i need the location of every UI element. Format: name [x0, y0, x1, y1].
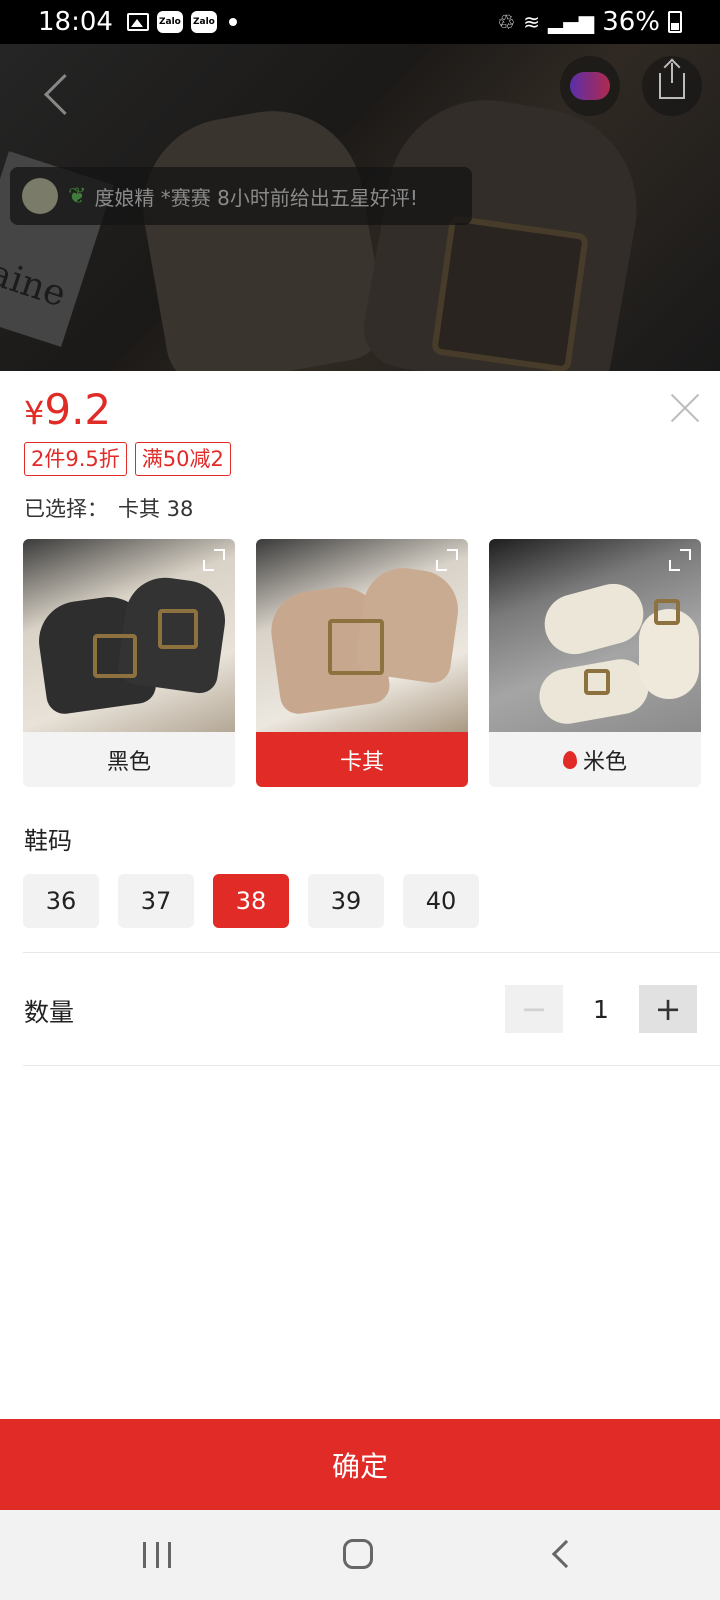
back-button[interactable]	[28, 64, 88, 124]
price-amount: 9.2	[44, 385, 112, 434]
size-option-40[interactable]: 40	[403, 874, 479, 928]
assistant-icon	[570, 72, 610, 100]
size-option-38[interactable]: 38	[213, 874, 289, 928]
product-image-backdrop[interactable]: aine ❦ 度娘精 *赛赛 8小时前给出五星好评!	[0, 44, 720, 371]
assistant-button[interactable]	[560, 56, 620, 116]
size-option-36[interactable]: 36	[23, 874, 99, 928]
color-label: 黑色	[106, 749, 151, 775]
zalo-notification-icon: Zalo	[156, 11, 183, 33]
divider	[23, 952, 720, 953]
share-icon	[659, 63, 685, 99]
wifi-icon: ≋	[523, 10, 541, 34]
system-nav-bar	[0, 1510, 720, 1600]
status-time: 18:04	[38, 7, 113, 37]
selected-summary: 已选择： 卡其 38	[24, 493, 193, 523]
review-text: 度娘精 *赛赛 8小时前给出五星好评!	[94, 185, 418, 210]
status-bar: 18:04 Zalo Zalo ♲ ≋ ▂▄▆ 36%	[0, 0, 720, 44]
color-options: 黑色 卡其 米色	[23, 539, 701, 787]
sku-selection-sheet: ¥9.2 2件9.5折 满50减2 已选择： 卡其 38 黑色 卡其 米色 鞋码…	[0, 371, 720, 1420]
size-section-title: 鞋码	[24, 827, 72, 855]
color-image-khaki	[256, 539, 468, 732]
avatar	[22, 178, 58, 214]
color-option-beige[interactable]: 米色	[489, 539, 701, 787]
quantity-stepper: − 1 +	[505, 985, 697, 1033]
color-label: 卡其	[256, 732, 468, 787]
promo-tag-discount: 2件9.5折	[24, 442, 127, 476]
home-button[interactable]	[343, 1539, 373, 1569]
recents-button[interactable]	[143, 1542, 171, 1568]
expand-icon[interactable]	[201, 547, 227, 573]
battery-icon	[668, 11, 682, 33]
share-button[interactable]	[642, 56, 702, 116]
size-option-39[interactable]: 39	[308, 874, 384, 928]
color-option-khaki[interactable]: 卡其	[256, 539, 468, 787]
price-currency: ¥	[24, 394, 45, 432]
divider	[23, 1065, 720, 1066]
promo-tags: 2件9.5折 满50减2	[24, 442, 231, 476]
increase-quantity-button[interactable]: +	[639, 985, 697, 1033]
quantity-label: 数量	[24, 998, 75, 1027]
gallery-notification-icon	[126, 13, 149, 31]
system-back-button[interactable]	[551, 1539, 581, 1569]
size-options: 36 37 38 39 40	[23, 874, 479, 928]
selected-label: 已选择：	[24, 497, 108, 521]
confirm-button[interactable]: 确定	[0, 1419, 720, 1510]
color-image-beige	[489, 539, 701, 732]
signal-icon: ▂▄▆	[548, 10, 595, 34]
price: ¥9.2	[24, 385, 111, 434]
size-option-37[interactable]: 37	[118, 874, 194, 928]
expand-icon[interactable]	[667, 547, 693, 573]
leaf-icon: ❦	[68, 183, 87, 209]
fire-icon	[562, 750, 577, 769]
zalo-notification-icon-2: Zalo	[190, 11, 217, 33]
more-notifications-icon	[228, 18, 237, 26]
close-button[interactable]	[670, 393, 700, 423]
promo-tag-coupon: 满50减2	[134, 442, 231, 476]
color-label: 米色	[582, 749, 627, 775]
quantity-value[interactable]: 1	[563, 995, 639, 1024]
expand-icon[interactable]	[434, 547, 460, 573]
recycle-icon: ♲	[497, 10, 516, 34]
decrease-quantity-button[interactable]: −	[505, 985, 563, 1033]
color-label-row: 米色	[489, 732, 701, 787]
color-image-black	[23, 539, 235, 732]
battery-percent: 36%	[602, 7, 660, 37]
review-banner: ❦ 度娘精 *赛赛 8小时前给出五星好评!	[10, 167, 472, 225]
selected-value: 卡其 38	[118, 497, 194, 521]
color-option-black[interactable]: 黑色	[23, 539, 235, 787]
